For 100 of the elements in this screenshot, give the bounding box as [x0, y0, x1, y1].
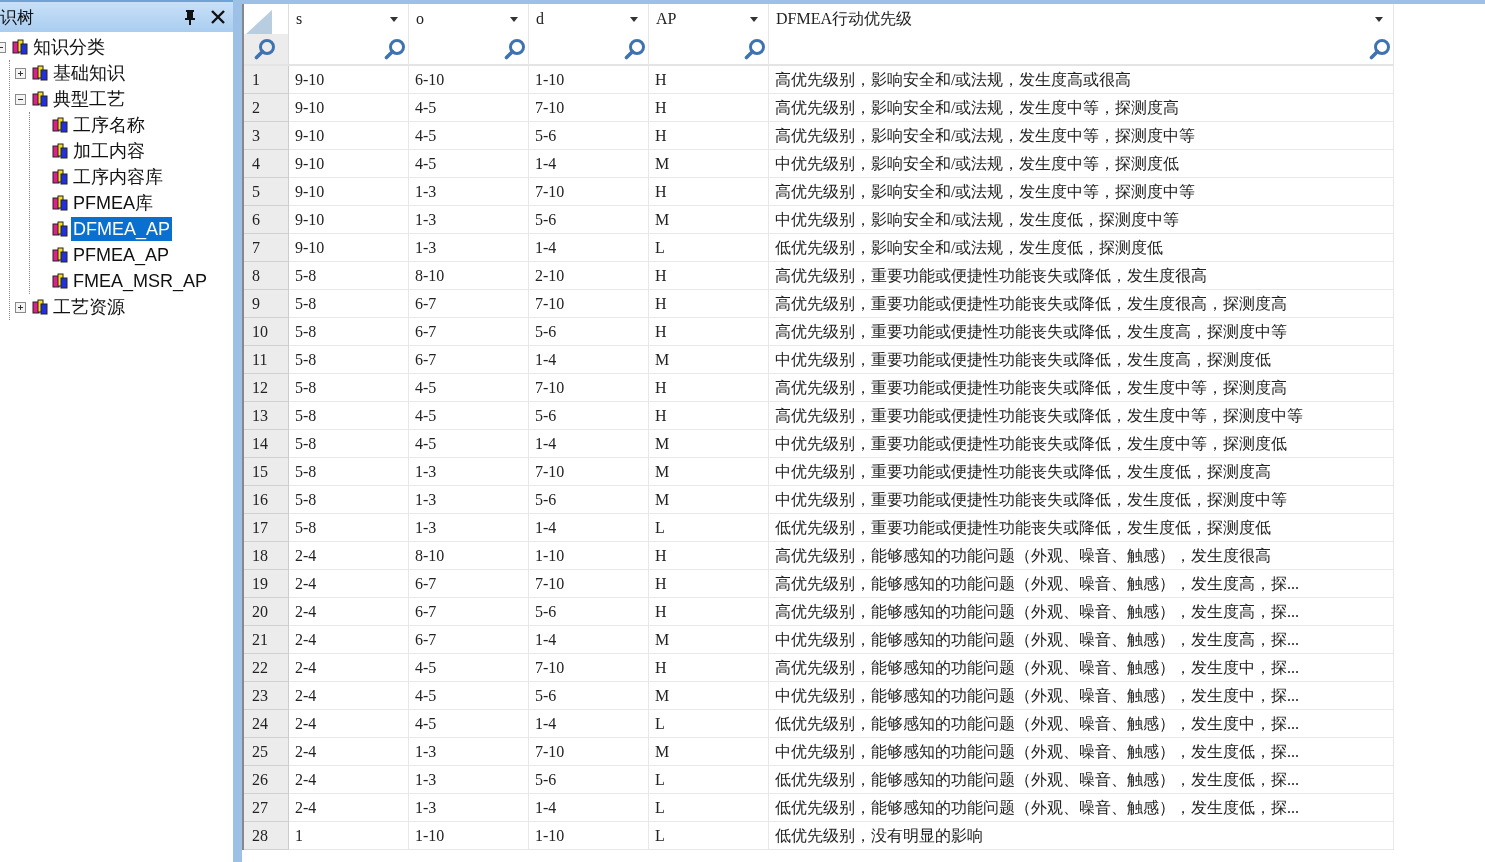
table-cell: 7-10: [529, 458, 649, 486]
caret-icon: [510, 16, 518, 22]
table-cell: 高优先级别，能够感知的功能问题（外观、噪音、触感），发生度高，探...: [769, 598, 1394, 626]
table-cell: 9-10: [289, 178, 409, 206]
row-number: 14: [244, 430, 289, 458]
tree-item[interactable]: 典型工艺: [51, 87, 127, 111]
row-number: 22: [244, 654, 289, 682]
table-cell: 2-4: [289, 654, 409, 682]
row-number: 7: [244, 234, 289, 262]
table-cell: 高优先级别，影响安全和/或法规，发生度中等，探测度中等: [769, 178, 1394, 206]
table-cell: M: [649, 206, 769, 234]
table-cell: 9-10: [289, 122, 409, 150]
table-cell: 5-6: [529, 486, 649, 514]
tree-item[interactable]: 工艺资源: [51, 295, 127, 319]
column-header[interactable]: d: [529, 4, 648, 34]
table-cell: 中优先级别，重要功能或便捷性功能丧失或降低，发生度中等，探测度低: [769, 430, 1394, 458]
table-cell: 7-10: [529, 374, 649, 402]
table-cell: M: [649, 346, 769, 374]
table-cell: 1-3: [409, 794, 529, 822]
tree-item[interactable]: FMEA_MSR_AP: [71, 269, 210, 293]
expand-icon[interactable]: [14, 67, 26, 79]
table-cell: 高优先级别，重要功能或便捷性功能丧失或降低，发生度中等，探测度中等: [769, 402, 1394, 430]
table-cell: 高优先级别，重要功能或便捷性功能丧失或降低，发生度高，探测度中等: [769, 318, 1394, 346]
filter-toggle-button[interactable]: [244, 34, 288, 64]
row-number: 3: [244, 122, 289, 150]
caret-icon: [630, 16, 638, 22]
tree-item[interactable]: 工序名称: [71, 113, 147, 137]
tree-item[interactable]: DFMEA_AP: [71, 217, 173, 241]
row-number: 26: [244, 766, 289, 794]
search-icon: [1369, 38, 1391, 60]
table-cell: 7-10: [529, 94, 649, 122]
tree-item[interactable]: 基础知识: [51, 61, 127, 85]
pin-icon[interactable]: [183, 9, 197, 25]
table-cell: 5-8: [289, 458, 409, 486]
table-cell: 9-10: [289, 94, 409, 122]
table-cell: 5-8: [289, 318, 409, 346]
tree-item[interactable]: 工序内容库: [71, 165, 165, 189]
tree-item[interactable]: PFMEA_AP: [71, 243, 172, 267]
table-cell: 8-10: [409, 542, 529, 570]
column-header[interactable]: DFMEA行动优先级: [769, 4, 1393, 34]
column-header[interactable]: AP: [649, 4, 768, 34]
row-number: 10: [244, 318, 289, 346]
table-cell: 4-5: [409, 682, 529, 710]
table-cell: 5-6: [529, 402, 649, 430]
search-icon: [384, 38, 406, 60]
table-cell: 低优先级别，能够感知的功能问题（外观、噪音、触感），发生度低，探...: [769, 794, 1394, 822]
table-cell: 2-4: [289, 682, 409, 710]
table-cell: 2-4: [289, 542, 409, 570]
column-header[interactable]: o: [409, 4, 528, 34]
table-cell: 4-5: [409, 402, 529, 430]
table-cell: 1-3: [409, 514, 529, 542]
book-stack-icon: [52, 273, 68, 289]
column-header[interactable]: s: [289, 4, 408, 34]
search-icon: [504, 38, 526, 60]
table-cell: 4-5: [409, 122, 529, 150]
table-cell: 1-10: [409, 822, 529, 850]
close-icon[interactable]: [211, 10, 225, 24]
row-number: 19: [244, 570, 289, 598]
row-number: 27: [244, 794, 289, 822]
table-cell: 9-10: [289, 206, 409, 234]
table-cell: 1-3: [409, 738, 529, 766]
table-cell: 9-10: [289, 66, 409, 94]
table-cell: 1-10: [529, 542, 649, 570]
table-cell: 5-6: [529, 766, 649, 794]
table-cell: 1-3: [409, 178, 529, 206]
table-cell: 低优先级别，没有明显的影响: [769, 822, 1394, 850]
tree-item[interactable]: 知识分类: [31, 35, 107, 59]
table-cell: 5-8: [289, 262, 409, 290]
collapse-icon[interactable]: [14, 93, 26, 105]
row-number: 21: [244, 626, 289, 654]
caret-icon: [750, 16, 758, 22]
row-number: 9: [244, 290, 289, 318]
table-cell: 6-7: [409, 598, 529, 626]
expand-icon[interactable]: [14, 301, 26, 313]
table-cell: 1: [289, 822, 409, 850]
table-cell: H: [649, 542, 769, 570]
tree-item[interactable]: 加工内容: [71, 139, 147, 163]
row-number: 11: [244, 346, 289, 374]
table-cell: L: [649, 710, 769, 738]
table-cell: 7-10: [529, 178, 649, 206]
caret-icon: [1375, 16, 1383, 22]
table-cell: 6-7: [409, 346, 529, 374]
table-cell: 低优先级别，能够感知的功能问题（外观、噪音、触感），发生度低，探...: [769, 766, 1394, 794]
table-cell: 5-8: [289, 346, 409, 374]
table-cell: L: [649, 234, 769, 262]
row-number: 6: [244, 206, 289, 234]
table-cell: 1-4: [529, 794, 649, 822]
table-cell: 中优先级别，能够感知的功能问题（外观、噪音、触感），发生度中，探...: [769, 682, 1394, 710]
table-cell: 8-10: [409, 262, 529, 290]
table-cell: 高优先级别，能够感知的功能问题（外观、噪音、触感），发生度中，探...: [769, 654, 1394, 682]
table-cell: 高优先级别，重要功能或便捷性功能丧失或降低，发生度中等，探测度高: [769, 374, 1394, 402]
table-cell: 高优先级别，影响安全和/或法规，发生度高或很高: [769, 66, 1394, 94]
book-stack-icon: [52, 143, 68, 159]
table-cell: L: [649, 514, 769, 542]
table-cell: H: [649, 66, 769, 94]
table-cell: 1-4: [529, 710, 649, 738]
tree-item[interactable]: PFMEA库: [71, 191, 155, 215]
table-cell: 2-4: [289, 570, 409, 598]
row-number: 1: [244, 66, 289, 94]
row-number: 20: [244, 598, 289, 626]
